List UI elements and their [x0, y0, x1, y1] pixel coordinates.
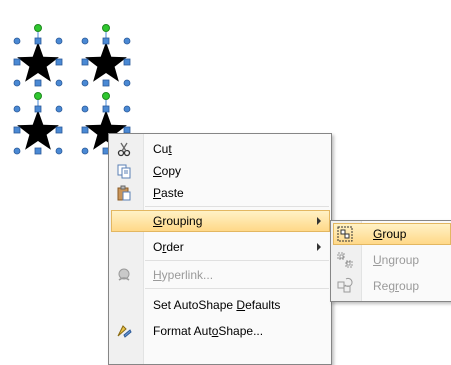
star-shape[interactable] [81, 24, 131, 87]
resize-handle[interactable] [123, 79, 131, 87]
menu-item-format-autoshape[interactable]: Format AutoShape... [111, 320, 330, 342]
submenu-item-group[interactable]: Group [333, 223, 451, 245]
menu-item-copy[interactable]: Copy [111, 160, 330, 182]
resize-handle[interactable] [81, 79, 89, 87]
resize-handle[interactable] [81, 105, 89, 113]
resize-handle[interactable] [55, 126, 63, 134]
submenu-item-label: Regroup [373, 279, 420, 293]
resize-handle[interactable] [13, 58, 21, 66]
resize-handle[interactable] [81, 147, 89, 155]
star-shape[interactable] [13, 24, 63, 87]
submenu-arrow-icon [317, 243, 321, 251]
resize-handle[interactable] [81, 37, 89, 45]
submenu-item-label: Ungroup [373, 253, 420, 267]
resize-handle[interactable] [55, 105, 63, 113]
resize-handle[interactable] [55, 147, 63, 155]
menu-item-label: Cut [153, 142, 172, 156]
rotate-handle[interactable] [34, 92, 42, 100]
menu-separator [145, 206, 329, 207]
paste-icon [117, 185, 131, 201]
resize-handle[interactable] [81, 126, 89, 134]
menu-separator [145, 260, 329, 261]
menu-item-set-autoshape-defaults[interactable]: Set AutoShape Defaults [111, 294, 330, 316]
submenu-item-regroup[interactable]: Regroup [333, 275, 451, 297]
copy-icon [117, 164, 131, 179]
menu-item-label: Order [153, 240, 184, 254]
regroup-icon [337, 277, 353, 293]
submenu-arrow-icon [317, 217, 321, 225]
context-menu: Cut Copy Paste Grouping Order Hyperlink.… [108, 133, 332, 365]
resize-handle[interactable] [13, 37, 21, 45]
resize-handle[interactable] [34, 79, 42, 87]
ungroup-icon [337, 252, 353, 268]
menu-item-label: Copy [153, 164, 182, 178]
resize-handle[interactable] [34, 37, 42, 45]
grouping-submenu: Group Ungroup Regroup [330, 220, 451, 302]
star-fill [17, 42, 59, 82]
resize-handle[interactable] [123, 105, 131, 113]
resize-handle[interactable] [34, 147, 42, 155]
resize-handle[interactable] [13, 147, 21, 155]
hyperlink-icon [118, 268, 130, 281]
resize-handle[interactable] [34, 105, 42, 113]
rotate-handle[interactable] [102, 24, 110, 32]
menu-item-label: Paste [153, 186, 184, 200]
submenu-item-ungroup[interactable]: Ungroup [333, 249, 451, 271]
resize-handle[interactable] [55, 79, 63, 87]
menu-item-cut[interactable]: Cut [111, 138, 330, 160]
resize-handle[interactable] [81, 58, 89, 66]
menu-item-paste[interactable]: Paste [111, 182, 330, 204]
resize-handle[interactable] [123, 58, 131, 66]
star-shape[interactable] [13, 92, 63, 155]
star-fill [17, 110, 59, 150]
menu-item-label: Set AutoShape Defaults [153, 298, 281, 312]
resize-handle[interactable] [123, 37, 131, 45]
group-icon [337, 226, 353, 242]
menu-item-label: Format AutoShape... [153, 324, 264, 338]
menu-separator [145, 288, 329, 289]
submenu-item-label: Group [373, 227, 407, 241]
resize-handle[interactable] [13, 105, 21, 113]
scissors-icon [117, 142, 131, 157]
format-shape-icon [117, 325, 132, 338]
rotate-handle[interactable] [102, 92, 110, 100]
star-fill [85, 42, 127, 82]
menu-item-hyperlink[interactable]: Hyperlink... [111, 264, 330, 286]
menu-item-label: Grouping [153, 214, 203, 228]
menu-item-grouping[interactable]: Grouping [111, 210, 330, 232]
rotate-handle[interactable] [34, 24, 42, 32]
menu-item-order[interactable]: Order [111, 236, 330, 258]
resize-handle[interactable] [55, 58, 63, 66]
resize-handle[interactable] [102, 105, 110, 113]
resize-handle[interactable] [13, 126, 21, 134]
resize-handle[interactable] [55, 37, 63, 45]
resize-handle[interactable] [13, 79, 21, 87]
resize-handle[interactable] [102, 79, 110, 87]
menu-item-label: Hyperlink... [153, 268, 214, 282]
resize-handle[interactable] [102, 37, 110, 45]
